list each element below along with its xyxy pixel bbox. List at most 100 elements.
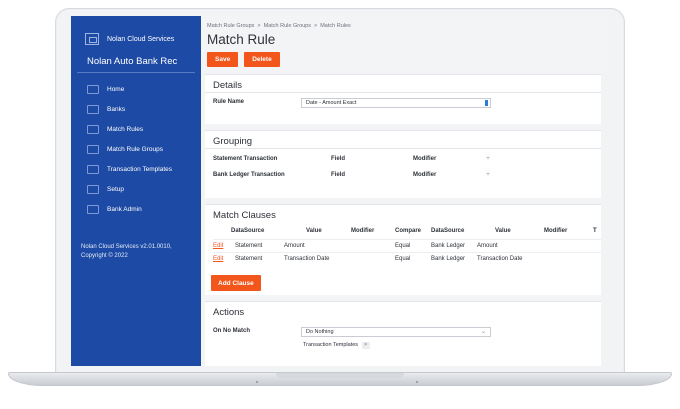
cell: Equal [395, 256, 411, 262]
action-buttons: Save Delete [201, 47, 601, 67]
app-screen: Nolan Cloud Services Nolan Auto Bank Rec… [71, 16, 601, 366]
add-group-icon[interactable]: + [484, 171, 492, 179]
text-cursor-icon [485, 100, 488, 106]
grouping-row-label: Bank Ledger Transaction [213, 172, 285, 178]
sidebar-item-label: Bank Admin [107, 205, 142, 213]
chip-label: Transaction Templates [303, 342, 359, 348]
col-header: DataSource [231, 228, 265, 234]
modifier-label: Modifier [413, 156, 437, 162]
table-row: Edit Statement Transaction Date Equal Ba… [213, 252, 601, 265]
on-no-match-row: On No Match Do Nothing ⌄ [205, 324, 601, 340]
sidebar-item-setup[interactable]: Setup [71, 179, 201, 199]
section-title: Grouping [205, 131, 601, 149]
sidebar-nav: Home Banks Match Rules Match Rule Groups… [71, 79, 201, 219]
col-header: Value [306, 228, 322, 234]
grouping-section: Grouping Statement Transaction Field Mod… [205, 130, 601, 198]
breadcrumb-link-match-rule-groups[interactable]: Match Rule Groups [207, 23, 254, 29]
details-section: Details Rule Name Date - Amount Exact [205, 74, 601, 124]
sidebar-item-bank-admin[interactable]: Bank Admin [71, 199, 201, 219]
col-header: Value [495, 228, 511, 234]
cell: Amount [284, 243, 305, 249]
gear-icon [87, 144, 99, 154]
cell: Bank Ledger [431, 243, 466, 249]
chevron-down-icon: ⌄ [480, 329, 486, 335]
sidebar: Nolan Cloud Services Nolan Auto Bank Rec… [71, 16, 201, 366]
col-header: Modifier [544, 228, 568, 234]
sidebar-item-match-rules[interactable]: Match Rules [71, 119, 201, 139]
version-text: Nolan Cloud Services v2.01.0010, [81, 244, 172, 250]
col-header: Compare [395, 228, 422, 234]
col-header: T [593, 228, 597, 234]
rule-name-label: Rule Name [213, 99, 245, 105]
cell: Statement [235, 256, 263, 262]
on-no-match-label: On No Match [213, 328, 250, 334]
base-dot [256, 381, 258, 383]
page-title: Match Rule [207, 32, 276, 47]
grouping-row: Bank Ledger Transaction Field Modifier + [205, 168, 601, 184]
col-header: DataSource [431, 228, 465, 234]
rule-name-value: Date - Amount Exact [306, 100, 357, 106]
cell: Equal [395, 243, 411, 249]
cell: Bank Ledger [431, 256, 466, 262]
on-no-match-value: Do Nothing [306, 329, 334, 335]
section-title: Match Clauses [213, 210, 276, 221]
breadcrumb-current: Match Rules [320, 23, 351, 29]
sidebar-item-match-rule-groups[interactable]: Match Rule Groups [71, 139, 201, 159]
table-row: Edit Statement Amount Equal Bank Ledger … [213, 239, 601, 252]
rule-name-row: Rule Name Date - Amount Exact [205, 95, 601, 111]
copyright-text: Copyright © 2022 [81, 253, 128, 259]
modifier-label: Modifier [413, 172, 437, 178]
field-label: Field [331, 172, 346, 178]
breadcrumb: Match Rule Groups > Match Rule Groups > … [201, 16, 601, 29]
transaction-templates-chip: Transaction Templates × [303, 342, 370, 349]
edit-link[interactable]: Edit [213, 243, 223, 249]
delete-button[interactable]: Delete [244, 52, 280, 67]
sidebar-item-banks[interactable]: Banks [71, 99, 201, 119]
col-header: Modifier [351, 228, 375, 234]
admin-icon [87, 204, 99, 214]
main-content: Match Rule Groups > Match Rule Groups > … [201, 16, 601, 366]
laptop-notch [276, 373, 404, 378]
sidebar-item-label: Banks [107, 105, 126, 113]
laptop-mockup: Nolan Cloud Services Nolan Auto Bank Rec… [0, 0, 680, 409]
add-clause-button[interactable]: Add Clause [211, 275, 261, 291]
rule-name-input[interactable]: Date - Amount Exact [301, 98, 491, 108]
sidebar-item-label: Transaction Templates [107, 165, 173, 173]
actions-section: Actions On No Match Do Nothing ⌄ Transac… [205, 301, 601, 366]
section-title: Actions [213, 307, 245, 318]
breadcrumb-separator: > [314, 23, 318, 29]
match-clauses-table: DataSource Value Modifier Compare DataSo… [213, 226, 601, 265]
sidebar-item-label: Setup [107, 185, 124, 193]
edit-link[interactable]: Edit [213, 256, 223, 262]
remove-chip-icon[interactable]: × [361, 342, 370, 349]
brand-row: Nolan Cloud Services [71, 16, 201, 48]
sidebar-item-transaction-templates[interactable]: Transaction Templates [71, 159, 201, 179]
cell: Transaction Date [477, 256, 523, 262]
template-chip-row: Transaction Templates × [205, 340, 601, 356]
cell: Transaction Date [284, 256, 330, 262]
section-title: Details [205, 75, 601, 93]
match-rules-icon [87, 124, 99, 134]
save-button[interactable]: Save [207, 52, 239, 67]
bank-icon [87, 104, 99, 114]
home-icon [87, 84, 99, 94]
company-logo-icon [85, 33, 99, 45]
cell: Amount [477, 243, 498, 249]
breadcrumb-separator: > [257, 23, 261, 29]
app-title: Nolan Auto Bank Rec [77, 48, 195, 73]
add-group-icon[interactable]: + [484, 155, 492, 163]
template-icon [87, 164, 99, 174]
sidebar-item-label: Home [107, 85, 125, 93]
version-info: Nolan Cloud Services v2.01.0010, Copyrig… [71, 219, 201, 261]
breadcrumb-link-match-rule-groups[interactable]: Match Rule Groups [264, 23, 311, 29]
on-no-match-select[interactable]: Do Nothing ⌄ [301, 327, 491, 337]
brand-name: Nolan Cloud Services [107, 35, 175, 43]
base-dot [416, 381, 418, 383]
table-header: DataSource Value Modifier Compare DataSo… [213, 226, 601, 239]
grouping-row: Statement Transaction Field Modifier + [205, 152, 601, 168]
sidebar-item-label: Match Rule Groups [107, 145, 163, 153]
cell: Statement [235, 243, 263, 249]
match-clauses-section: Match Clauses DataSource Value Modifier … [205, 204, 601, 295]
sidebar-item-home[interactable]: Home [71, 79, 201, 99]
grouping-row-label: Statement Transaction [213, 156, 278, 162]
